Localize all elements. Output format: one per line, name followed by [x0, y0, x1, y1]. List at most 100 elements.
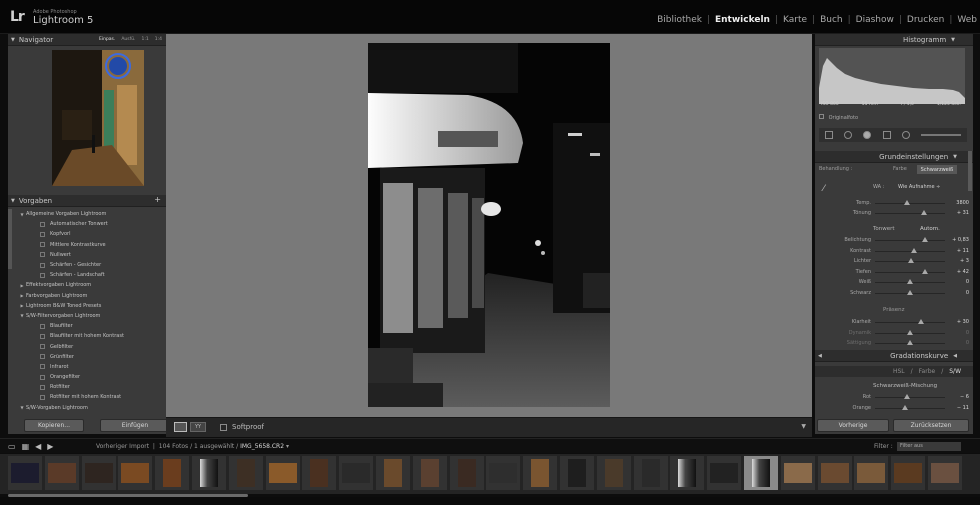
- filmstrip-thumbnail[interactable]: [817, 456, 852, 490]
- treatment-color-option[interactable]: Farbe: [893, 166, 907, 172]
- filmstrip-thumbnail[interactable]: [376, 456, 410, 490]
- filmstrip-source[interactable]: Vorheriger Import | 104 Fotos / 1 ausgew…: [96, 443, 289, 450]
- filmstrip-thumbnail[interactable]: [228, 456, 263, 490]
- module-web[interactable]: Web: [954, 15, 980, 25]
- slider-value[interactable]: 0: [966, 279, 969, 285]
- loupe-view-icon[interactable]: [174, 422, 187, 432]
- slider-handle[interactable]: [904, 394, 911, 399]
- slider-value[interactable]: − 11: [957, 405, 969, 411]
- slider-handle[interactable]: [907, 340, 913, 345]
- slider-value[interactable]: + 11: [957, 248, 969, 254]
- slider-handle[interactable]: [908, 258, 915, 263]
- slider-handle[interactable]: [902, 404, 909, 410]
- filmstrip-thumbnail[interactable]: [412, 456, 447, 490]
- filter-select[interactable]: Filter aus: [897, 442, 961, 451]
- histogram[interactable]: [819, 48, 965, 104]
- filmstrip-thumbnail[interactable]: [265, 456, 300, 490]
- filmstrip-thumbnail[interactable]: [486, 456, 521, 490]
- add-preset-icon[interactable]: +: [154, 195, 161, 204]
- tone-slider[interactable]: Belichtung + 0,83: [815, 235, 973, 245]
- slider-track[interactable]: [875, 250, 945, 252]
- filmstrip-thumbnail[interactable]: [449, 456, 484, 490]
- presence-slider[interactable]: Klarheit + 30: [815, 317, 973, 327]
- forward-arrow-icon[interactable]: ▶: [47, 442, 53, 451]
- slider-handle[interactable]: [907, 289, 913, 295]
- filmstrip-thumbnail[interactable]: [670, 456, 705, 490]
- slider-handle[interactable]: [921, 210, 927, 215]
- back-arrow-icon[interactable]: ◀: [35, 442, 41, 451]
- navigator-preview[interactable]: [52, 50, 144, 186]
- filmstrip-thumbnail[interactable]: [928, 456, 962, 490]
- graduated-filter-icon[interactable]: [882, 131, 891, 139]
- slider-value[interactable]: 0: [966, 290, 969, 296]
- navigator-zoom-option[interactable]: 1:4: [155, 37, 162, 42]
- basic-header[interactable]: Grundeinstellungen ▼: [815, 151, 973, 163]
- previous-settings-button[interactable]: Vorherige: [817, 419, 889, 432]
- tone-slider[interactable]: Kontrast + 11: [815, 246, 973, 256]
- preset-folder[interactable]: ▼ Allgemeine Vorgaben Lightroom: [8, 209, 166, 219]
- folder-open-triangle-icon[interactable]: ▼: [18, 405, 26, 410]
- preset-folder[interactable]: ▶ Farbvorgaben Lightroom: [8, 291, 166, 301]
- preset-item[interactable]: Kopfvorl: [8, 229, 166, 239]
- folder-open-triangle-icon[interactable]: ▼: [18, 313, 26, 318]
- module-buch[interactable]: Buch: [817, 15, 846, 25]
- folder-closed-triangle-icon[interactable]: ▶: [18, 293, 26, 298]
- slider-handle[interactable]: [911, 247, 918, 253]
- filmstrip-thumbnail[interactable]: [118, 456, 153, 490]
- slider-handle[interactable]: [907, 329, 913, 335]
- filmstrip-thumbnail[interactable]: [560, 456, 594, 490]
- tone-slider[interactable]: Weiß 0: [815, 277, 973, 287]
- filmstrip-thumbnail[interactable]: [633, 456, 668, 490]
- folder-closed-triangle-icon[interactable]: ▶: [18, 283, 26, 288]
- slider-track[interactable]: [875, 322, 945, 323]
- slider-handle[interactable]: [921, 268, 928, 274]
- filmstrip-thumbnail[interactable]: [339, 456, 374, 490]
- toolbar-menu-chevron-icon[interactable]: ▼: [801, 423, 806, 430]
- slider-value[interactable]: 0: [966, 340, 969, 346]
- preset-folder[interactable]: ▼ S/W-Filtervorgaben Lightroom: [8, 311, 166, 321]
- module-entwickeln[interactable]: Entwickeln: [712, 15, 773, 25]
- module-diashow[interactable]: Diashow: [853, 15, 897, 25]
- filmstrip-thumbnail[interactable]: [302, 456, 337, 490]
- slider-value[interactable]: + 31: [957, 210, 969, 216]
- radial-filter-icon[interactable]: [901, 131, 910, 139]
- preset-item[interactable]: Mittlere Kontrastkurve: [8, 240, 166, 250]
- preset-item[interactable]: Infrarot: [8, 362, 166, 372]
- filmstrip-thumbnail[interactable]: [891, 456, 926, 490]
- slider-handle[interactable]: [903, 200, 910, 205]
- before-after-icon[interactable]: YY: [190, 422, 206, 432]
- module-bibliothek[interactable]: Bibliothek: [654, 15, 705, 25]
- tab-hsl[interactable]: HSL: [893, 368, 905, 375]
- white-balance-eyedropper-icon[interactable]: ⁄: [823, 184, 825, 194]
- slider-track[interactable]: [875, 271, 945, 273]
- navigator-zoom-option[interactable]: Ausfü.: [121, 37, 135, 42]
- filmstrip-thumbnail-selected[interactable]: [744, 456, 778, 490]
- filmstrip-thumbnail[interactable]: [780, 456, 815, 490]
- folder-open-triangle-icon[interactable]: ▼: [18, 212, 26, 217]
- preset-item[interactable]: Orangefilter: [8, 372, 166, 382]
- filmstrip-thumbnail[interactable]: [44, 456, 79, 490]
- filmstrip-thumbnail[interactable]: [596, 456, 631, 490]
- slider-handle[interactable]: [907, 279, 913, 284]
- preset-item[interactable]: Blaufilter mit hohem Kontrast: [8, 331, 166, 341]
- tab-sw[interactable]: S/W: [949, 368, 961, 375]
- slider-track[interactable]: [875, 213, 945, 214]
- preset-item[interactable]: Nullwert: [8, 250, 166, 260]
- slider-value[interactable]: + 3: [960, 258, 969, 264]
- filmstrip-thumbnail[interactable]: [707, 456, 742, 490]
- preset-item[interactable]: Blaufilter: [8, 321, 166, 331]
- reset-button[interactable]: Zurücksetzen: [893, 419, 969, 432]
- main-photo[interactable]: [368, 43, 610, 407]
- filmstrip-thumbnail[interactable]: [854, 456, 889, 490]
- white-balance-select[interactable]: Wie Aufnahme ÷: [898, 184, 940, 190]
- tab-farbe[interactable]: Farbe: [919, 368, 936, 375]
- tint-slider[interactable]: Tönung + 31: [815, 208, 973, 218]
- filmstrip-thumbnail[interactable]: [81, 456, 116, 490]
- presence-slider[interactable]: Sättigung 0: [815, 338, 973, 348]
- folder-closed-triangle-icon[interactable]: ▶: [18, 303, 26, 308]
- auto-tone-button[interactable]: Autom.: [920, 226, 940, 232]
- grid-icon[interactable]: ▦: [22, 442, 30, 451]
- paste-button[interactable]: Einfügen: [100, 419, 170, 432]
- preset-item[interactable]: Schärfen - Landschaft: [8, 270, 166, 280]
- slider-value[interactable]: 3800: [956, 200, 969, 206]
